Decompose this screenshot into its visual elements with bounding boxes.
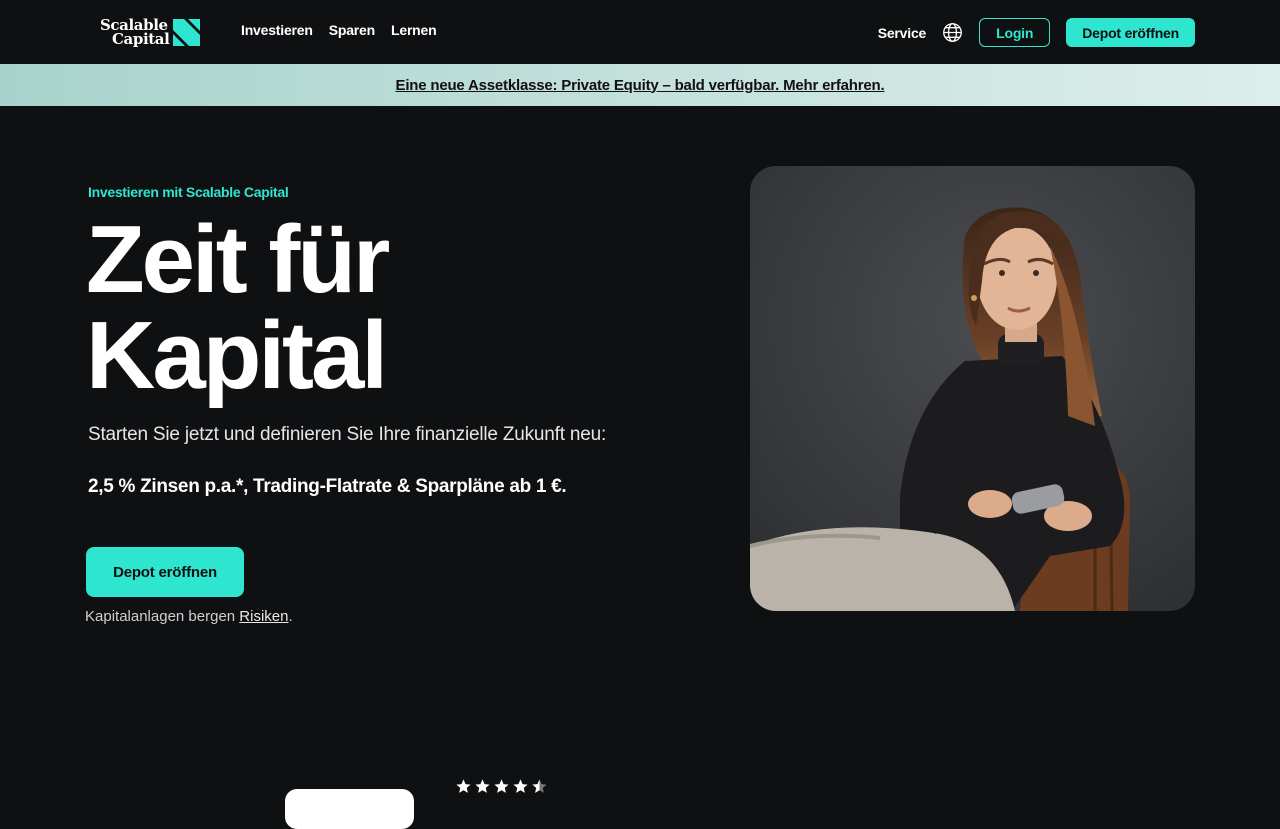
main-menu: Investieren Sparen Lernen (241, 22, 437, 38)
hero-subtitle: Starten Sie jetzt und definieren Sie Ihr… (88, 424, 607, 445)
nav-link-investieren[interactable]: Investieren (241, 22, 313, 38)
headline-line-2: Kapital (86, 302, 388, 409)
login-button[interactable]: Login (979, 18, 1051, 47)
rating-stars (455, 778, 548, 795)
nav-link-sparen[interactable]: Sparen (329, 22, 375, 38)
top-navigation: Scalable Capital Investieren Sparen Lern… (0, 0, 1280, 64)
hero-eyebrow: Investieren mit Scalable Capital (88, 184, 289, 200)
announcement-link[interactable]: Eine neue Assetklasse: Private Equity – … (396, 77, 885, 94)
star-icon (456, 779, 471, 793)
star-icon (475, 779, 490, 793)
globe-icon[interactable] (942, 22, 963, 43)
open-account-nav-button[interactable]: Depot eröffnen (1066, 18, 1195, 47)
risk-notice: Kapitalanlagen bergen Risiken. (85, 608, 293, 625)
app-store-badge[interactable] (285, 789, 414, 829)
headline-line-1: Zeit für (86, 206, 390, 313)
star-half-icon (532, 779, 547, 793)
hero-headline: Zeit für Kapital (86, 206, 390, 409)
logo-mark-icon (173, 18, 201, 46)
star-icon (494, 779, 509, 793)
announcement-banner: Eine neue Assetklasse: Private Equity – … (0, 64, 1280, 106)
risk-link[interactable]: Risiken (239, 608, 288, 625)
nav-actions: Service Login Depot eröffnen (878, 18, 1195, 47)
risk-prefix: Kapitalanlagen bergen (85, 608, 240, 625)
service-link[interactable]: Service (878, 25, 927, 41)
hero-photo (750, 166, 1195, 611)
logo-wordmark: Scalable Capital (100, 16, 170, 48)
hero-benefits: 2,5 % Zinsen p.a.*, Trading-Flatrate & S… (88, 476, 567, 497)
risk-suffix: . (288, 608, 293, 625)
logo[interactable]: Scalable Capital (100, 16, 208, 48)
nav-link-lernen[interactable]: Lernen (391, 22, 437, 38)
open-account-hero-button[interactable]: Depot eröffnen (86, 547, 244, 597)
star-icon (513, 779, 528, 793)
